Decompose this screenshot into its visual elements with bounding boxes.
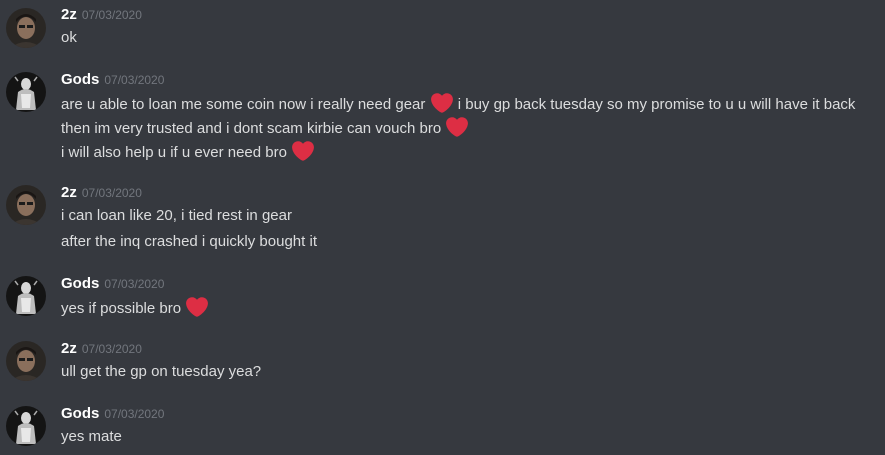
message-line: yes if possible bro [61, 296, 861, 320]
user-photo-icon [6, 8, 46, 48]
user-avatar-2z[interactable] [6, 8, 46, 48]
user-photo-icon [6, 341, 46, 381]
statue-avatar-icon [6, 72, 46, 112]
username[interactable]: 2z [61, 6, 77, 23]
red-heart-icon [186, 296, 209, 318]
timestamp: 07/03/2020 [81, 8, 142, 22]
username[interactable]: Gods [61, 405, 99, 422]
timestamp: 07/03/2020 [104, 73, 165, 87]
username[interactable]: Gods [61, 71, 99, 88]
user-avatar-gods[interactable] [6, 276, 46, 316]
timestamp: 07/03/2020 [104, 407, 165, 421]
user-photo-icon [6, 185, 46, 225]
statue-avatar-icon [6, 406, 46, 446]
timestamp: 07/03/2020 [81, 342, 142, 356]
message-text: i will also help u if u ever need bro [61, 144, 287, 161]
timestamp: 07/03/2020 [81, 186, 142, 200]
message-text: i can loan like 20, i tied rest in gear [61, 207, 292, 224]
red-heart-icon [446, 116, 469, 138]
message-line: i will also help u if u ever need bro [61, 140, 861, 164]
message-text: ull get the gp on tuesday yea? [61, 363, 262, 380]
message-text: are u able to loan me some coin now i re… [61, 96, 426, 113]
message-text: ok [61, 29, 77, 46]
username[interactable]: 2z [61, 340, 77, 357]
red-heart-icon [430, 92, 453, 114]
user-avatar-gods[interactable] [6, 406, 46, 446]
user-avatar-2z[interactable] [6, 341, 46, 381]
message-text: after the inq crashed i quickly bought i… [61, 233, 317, 250]
username[interactable]: Gods [61, 275, 99, 292]
message-text: yes mate [61, 428, 122, 445]
username[interactable]: 2z [61, 184, 77, 201]
message-text: yes if possible bro [61, 300, 182, 317]
message-line: are u able to loan me some coin now i re… [61, 92, 861, 140]
user-avatar-gods[interactable] [6, 72, 46, 112]
user-avatar-2z[interactable] [6, 185, 46, 225]
statue-avatar-icon [6, 276, 46, 316]
red-heart-icon [292, 140, 315, 162]
timestamp: 07/03/2020 [104, 277, 165, 291]
